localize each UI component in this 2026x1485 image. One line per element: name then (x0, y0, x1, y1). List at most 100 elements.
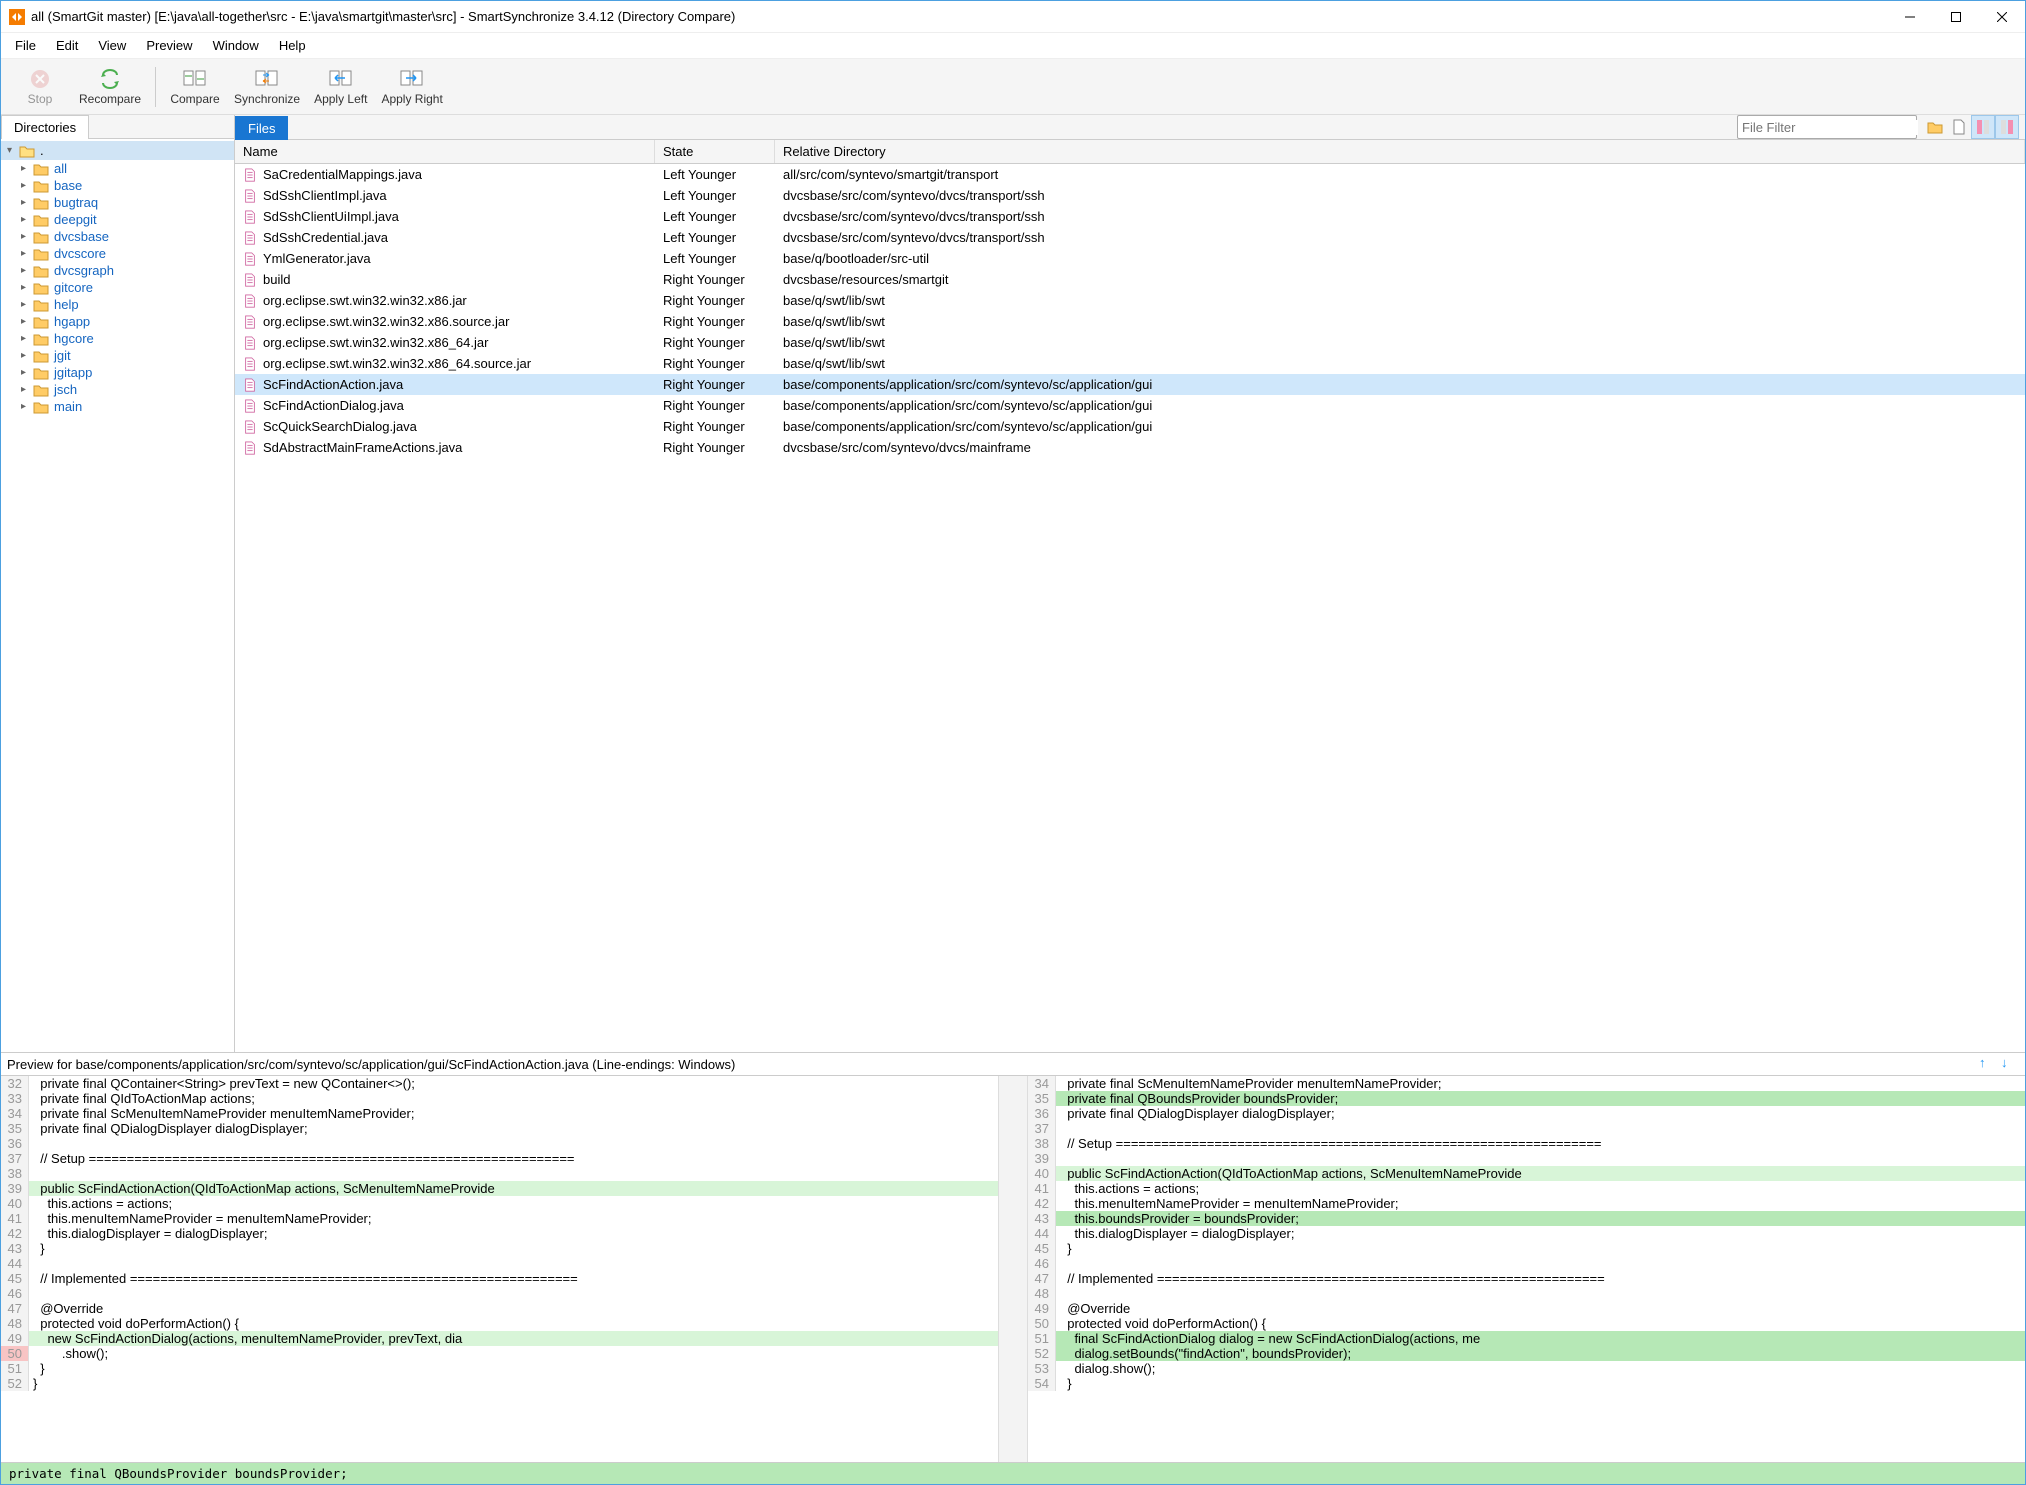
diff-line: 36 (1, 1136, 998, 1151)
table-row[interactable]: org.eclipse.swt.win32.win32.x86.source.j… (235, 311, 2025, 332)
file-table[interactable]: Name State Relative Directory SaCredenti… (235, 140, 2025, 1052)
menu-view[interactable]: View (88, 35, 136, 56)
close-button[interactable] (1979, 2, 2025, 32)
filter-right-button[interactable] (1995, 115, 2019, 139)
app-window: all (SmartGit master) [E:\java\all-toget… (0, 0, 2026, 1485)
diff-line: 45 // Implemented ======================… (1, 1271, 998, 1286)
files-panel-header: Files (235, 115, 2025, 140)
diff-line: 50 .show(); (1, 1346, 998, 1361)
tree-root[interactable]: ▾. (1, 141, 234, 160)
table-row[interactable]: ScQuickSearchDialog.javaRight Youngerbas… (235, 416, 2025, 437)
toolbar: Stop Recompare Compare Synchronize Apply… (1, 59, 2025, 115)
tree-item-jsch[interactable]: ▸jsch (1, 381, 234, 398)
folder-icon (1927, 120, 1943, 134)
table-row[interactable]: ScFindActionAction.javaRight Youngerbase… (235, 374, 2025, 395)
table-row[interactable]: buildRight Youngerdvcsbase/resources/sma… (235, 269, 2025, 290)
prev-diff-button[interactable]: ↑ (1979, 1055, 1997, 1073)
diff-line: 35 private final QBoundsProvider boundsP… (1028, 1091, 2025, 1106)
synchronize-button[interactable]: Synchronize (228, 63, 306, 111)
diff-line: 34 private final ScMenuItemNameProvider … (1, 1106, 998, 1121)
tree-item-hgcore[interactable]: ▸hgcore (1, 330, 234, 347)
left-diff-icon (1976, 119, 1990, 135)
synchronize-icon (255, 70, 279, 88)
diff-left-pane[interactable]: 32 private final QContainer<String> prev… (1, 1076, 998, 1462)
directory-tree[interactable]: ▾.▸all▸base▸bugtraq▸deepgit▸dvcsbase▸dvc… (1, 139, 234, 1052)
diff-line: 41 this.menuItemNameProvider = menuItemN… (1, 1211, 998, 1226)
table-row[interactable]: SdSshCredential.javaLeft Youngerdvcsbase… (235, 227, 2025, 248)
diff-line: 36 private final QDialogDisplayer dialog… (1028, 1106, 2025, 1121)
tree-item-dvcsbase[interactable]: ▸dvcsbase (1, 228, 234, 245)
table-row[interactable]: SaCredentialMappings.javaLeft Youngerall… (235, 164, 2025, 185)
tree-item-bugtraq[interactable]: ▸bugtraq (1, 194, 234, 211)
tree-item-jgitapp[interactable]: ▸jgitapp (1, 364, 234, 381)
apply-right-icon (400, 70, 424, 88)
diff-area: 32 private final QContainer<String> prev… (1, 1076, 2025, 1462)
filter-left-button[interactable] (1971, 115, 1995, 139)
diff-line: 43 } (1, 1241, 998, 1256)
diff-line: 34 private final ScMenuItemNameProvider … (1028, 1076, 2025, 1091)
stop-button[interactable]: Stop (9, 63, 71, 111)
dir-panel-tabs: Directories (1, 115, 234, 139)
table-row[interactable]: YmlGenerator.javaLeft Youngerbase/q/boot… (235, 248, 2025, 269)
window-title: all (SmartGit master) [E:\java\all-toget… (31, 9, 1887, 24)
tree-item-base[interactable]: ▸base (1, 177, 234, 194)
diff-line: 47 // Implemented ======================… (1028, 1271, 2025, 1286)
col-header-name[interactable]: Name (235, 140, 655, 163)
status-bar: private final QBoundsProvider boundsProv… (1, 1462, 2025, 1484)
files-tab[interactable]: Files (235, 116, 288, 140)
tree-item-hgapp[interactable]: ▸hgapp (1, 313, 234, 330)
menu-edit[interactable]: Edit (46, 35, 88, 56)
table-row[interactable]: org.eclipse.swt.win32.win32.x86_64.jarRi… (235, 332, 2025, 353)
tree-item-help[interactable]: ▸help (1, 296, 234, 313)
diff-line: 39 (1028, 1151, 2025, 1166)
apply-right-button[interactable]: Apply Right (375, 63, 448, 111)
preview-header: Preview for base/components/application/… (1, 1053, 2025, 1076)
filter-file-button[interactable] (1947, 115, 1971, 139)
preview-title: Preview for base/components/application/… (7, 1057, 735, 1072)
col-header-state[interactable]: State (655, 140, 775, 163)
tree-item-dvcsgraph[interactable]: ▸dvcsgraph (1, 262, 234, 279)
files-panel: Files Name State Relative Directo (235, 115, 2025, 1052)
diff-connector (998, 1076, 1028, 1462)
diff-line: 37 (1028, 1121, 2025, 1136)
tree-item-dvcscore[interactable]: ▸dvcscore (1, 245, 234, 262)
file-table-header: Name State Relative Directory (235, 140, 2025, 164)
menu-preview[interactable]: Preview (136, 35, 202, 56)
menu-help[interactable]: Help (269, 35, 316, 56)
diff-line: 47 @Override (1, 1301, 998, 1316)
maximize-button[interactable] (1933, 2, 1979, 32)
table-row[interactable]: org.eclipse.swt.win32.win32.x86.jarRight… (235, 290, 2025, 311)
diff-line: 43 this.boundsProvider = boundsProvider; (1028, 1211, 2025, 1226)
diff-right-pane[interactable]: 34 private final ScMenuItemNameProvider … (1028, 1076, 2025, 1462)
table-row[interactable]: SdAbstractMainFrameActions.javaRight You… (235, 437, 2025, 458)
menu-window[interactable]: Window (203, 35, 269, 56)
file-filter-box[interactable] (1737, 115, 1917, 139)
next-diff-button[interactable]: ↓ (2001, 1055, 2019, 1073)
compare-button[interactable]: Compare (164, 63, 226, 111)
table-row[interactable]: SdSshClientUiImpl.javaLeft Youngerdvcsba… (235, 206, 2025, 227)
apply-left-button[interactable]: Apply Left (308, 63, 373, 111)
table-row[interactable]: ScFindActionDialog.javaRight Youngerbase… (235, 395, 2025, 416)
directories-panel: Directories ▾.▸all▸base▸bugtraq▸deepgit▸… (1, 115, 235, 1052)
diff-line: 46 (1028, 1256, 2025, 1271)
diff-line: 52 dialog.setBounds("findAction", bounds… (1028, 1346, 2025, 1361)
tree-item-jgit[interactable]: ▸jgit (1, 347, 234, 364)
menubar: FileEditViewPreviewWindowHelp (1, 33, 2025, 59)
filter-folder-button[interactable] (1923, 115, 1947, 139)
tree-item-all[interactable]: ▸all (1, 160, 234, 177)
col-header-dir[interactable]: Relative Directory (775, 140, 2025, 163)
file-filter-input[interactable] (1742, 120, 1918, 135)
directories-tab[interactable]: Directories (1, 115, 89, 139)
tree-item-gitcore[interactable]: ▸gitcore (1, 279, 234, 296)
diff-line: 48 protected void doPerformAction() { (1, 1316, 998, 1331)
compare-icon (183, 70, 207, 88)
table-row[interactable]: SdSshClientImpl.javaLeft Youngerdvcsbase… (235, 185, 2025, 206)
tree-item-deepgit[interactable]: ▸deepgit (1, 211, 234, 228)
tree-item-main[interactable]: ▸main (1, 398, 234, 415)
diff-line: 49 new ScFindActionDialog(actions, menuI… (1, 1331, 998, 1346)
menu-file[interactable]: File (5, 35, 46, 56)
minimize-button[interactable] (1887, 2, 1933, 32)
table-row[interactable]: org.eclipse.swt.win32.win32.x86_64.sourc… (235, 353, 2025, 374)
diff-line: 44 this.dialogDisplayer = dialogDisplaye… (1028, 1226, 2025, 1241)
recompare-button[interactable]: Recompare (73, 63, 147, 111)
